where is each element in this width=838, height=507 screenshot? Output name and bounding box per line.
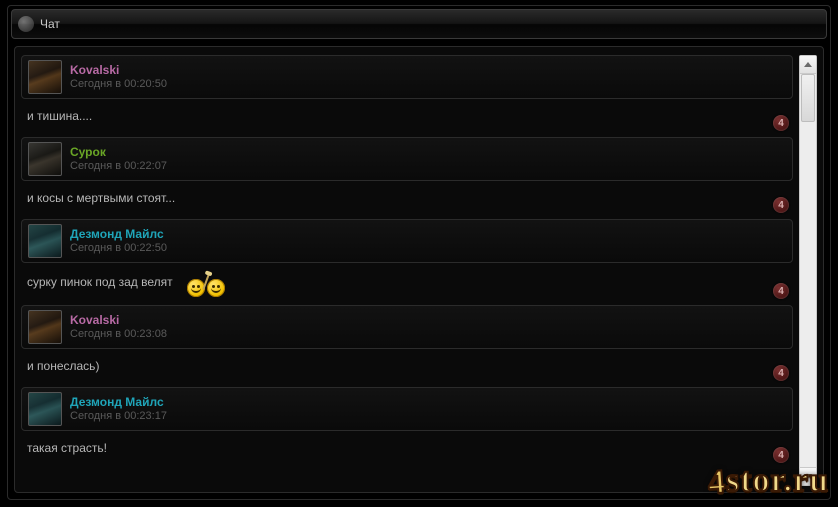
titlebar[interactable]: Чат [11, 9, 827, 39]
name-time: СурокСегодня в 00:22:07 [70, 145, 167, 174]
message-body: и понеслась) 4 [21, 349, 793, 379]
message-list[interactable]: KovalskiСегодня в 00:20:50и тишина....4С… [21, 55, 793, 486]
message-text: такая страсть! [27, 441, 107, 455]
reply-count-badge[interactable]: 4 [773, 283, 789, 299]
avatar[interactable] [28, 224, 62, 258]
avatar[interactable] [28, 310, 62, 344]
message: Дезмонд МайлсСегодня в 00:22:50 сурку пин… [21, 219, 793, 297]
message-body: сурку пинок под зад велят 4 [21, 263, 793, 297]
chat-panel: Чат KovalskiСегодня в 00:20:50и тишина..… [7, 5, 831, 500]
scrollbar[interactable] [799, 55, 817, 486]
author-name[interactable]: Kovalski [70, 313, 167, 328]
author-name[interactable]: Kovalski [70, 63, 167, 78]
timestamp: Сегодня в 00:22:07 [70, 160, 167, 174]
chevron-down-icon [804, 474, 812, 479]
timestamp: Сегодня в 00:23:17 [70, 410, 167, 424]
message: KovalskiСегодня в 00:20:50 и тишина.... 4 [21, 55, 793, 129]
timestamp: Сегодня в 00:20:50 [70, 78, 167, 92]
message-text: и тишина.... [27, 109, 92, 123]
reply-count-badge[interactable]: 4 [773, 115, 789, 131]
message-body: и косы с мертвыми стоят... 4 [21, 181, 793, 211]
message-body: и тишина.... 4 [21, 99, 793, 129]
timestamp: Сегодня в 00:22:50 [70, 242, 167, 256]
scroll-down-button[interactable] [800, 467, 816, 485]
message-header[interactable]: Дезмонд МайлсСегодня в 00:22:50 [21, 219, 793, 263]
emoji-kick-icon [187, 279, 225, 297]
avatar[interactable] [28, 392, 62, 426]
message-header[interactable]: KovalskiСегодня в 00:20:50 [21, 55, 793, 99]
scroll-up-button[interactable] [800, 56, 816, 74]
name-time: Дезмонд МайлсСегодня в 00:23:17 [70, 395, 167, 424]
reply-count-badge[interactable]: 4 [773, 197, 789, 213]
panel-title: Чат [40, 17, 60, 31]
message-header[interactable]: СурокСегодня в 00:22:07 [21, 137, 793, 181]
author-name[interactable]: Дезмонд Майлс [70, 227, 167, 242]
chat-icon [18, 16, 34, 32]
message: СурокСегодня в 00:22:07 и косы с мертвыми… [21, 137, 793, 211]
reply-count-badge[interactable]: 4 [773, 365, 789, 381]
author-name[interactable]: Дезмонд Майлс [70, 395, 167, 410]
scroll-track[interactable] [800, 74, 816, 467]
chevron-up-icon [804, 62, 812, 67]
name-time: KovalskiСегодня в 00:23:08 [70, 313, 167, 342]
avatar[interactable] [28, 60, 62, 94]
message: Дезмонд МайлсСегодня в 00:23:17 такая стр… [21, 387, 793, 461]
message-header[interactable]: KovalskiСегодня в 00:23:08 [21, 305, 793, 349]
author-name[interactable]: Сурок [70, 145, 167, 160]
message-body: такая страсть! 4 [21, 431, 793, 461]
message-text: сурку пинок под зад велят [27, 275, 173, 289]
name-time: KovalskiСегодня в 00:20:50 [70, 63, 167, 92]
chat-inner: KovalskiСегодня в 00:20:50и тишина....4С… [14, 46, 824, 493]
message: KovalskiСегодня в 00:23:08 и понеслась) 4 [21, 305, 793, 379]
avatar[interactable] [28, 142, 62, 176]
scroll-thumb[interactable] [801, 74, 815, 122]
message-text: и понеслась) [27, 359, 99, 373]
app-frame: Чат KovalskiСегодня в 00:20:50и тишина..… [0, 0, 838, 507]
message-text: и косы с мертвыми стоят... [27, 191, 175, 205]
name-time: Дезмонд МайлсСегодня в 00:22:50 [70, 227, 167, 256]
message-header[interactable]: Дезмонд МайлсСегодня в 00:23:17 [21, 387, 793, 431]
reply-count-badge[interactable]: 4 [773, 447, 789, 463]
timestamp: Сегодня в 00:23:08 [70, 328, 167, 342]
